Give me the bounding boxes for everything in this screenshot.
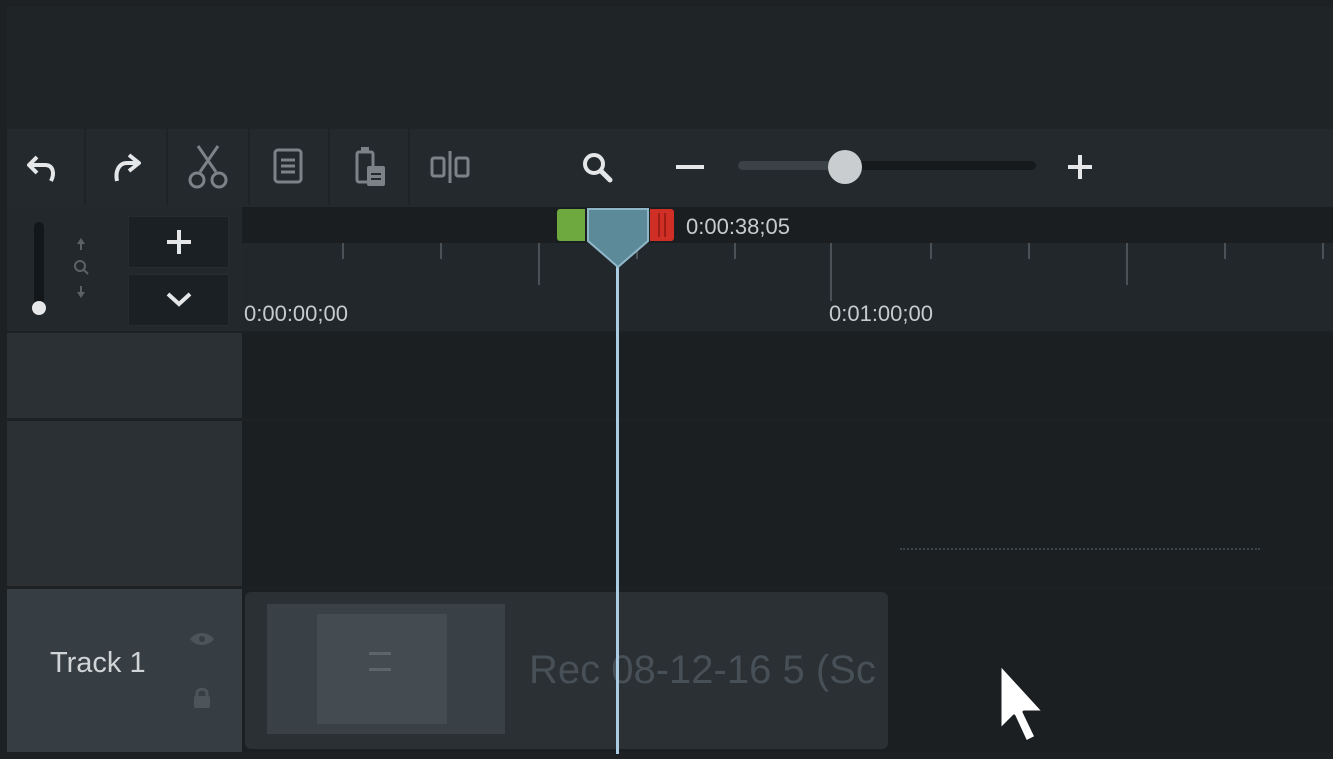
zoom-search-button[interactable] (572, 129, 622, 205)
top-area (7, 7, 1333, 129)
track-name: Track 1 (50, 647, 146, 679)
undo-icon (27, 155, 55, 182)
redo-button[interactable] (84, 129, 168, 205)
lock-icon[interactable] (191, 686, 213, 710)
zoom-search-icon (583, 153, 613, 183)
timeline-window: 0:00:00;00 0:01:00;00 Track 1 Rec 08-12-… (0, 0, 1333, 759)
clip-thumbnail (267, 604, 505, 734)
media-clip[interactable]: Rec 08-12-16 5 (Sc (245, 592, 888, 749)
selection-out-marker[interactable] (650, 209, 674, 241)
ruler-tick (440, 243, 442, 259)
ruler-tick (1322, 243, 1324, 259)
ruler-tick (930, 243, 932, 259)
chevron-down-icon (166, 292, 191, 307)
zoom-out-button[interactable] (668, 129, 712, 205)
copy-icon (273, 148, 303, 184)
ruler-tick (1126, 243, 1128, 285)
zoom-out-icon (676, 165, 704, 169)
zoom-in-button[interactable] (1058, 129, 1102, 205)
ruler-tick (1028, 243, 1030, 259)
split-button[interactable] (408, 129, 490, 205)
playhead-line (616, 244, 619, 754)
track-height-slider-handle[interactable] (32, 301, 46, 315)
mouse-cursor-icon (998, 662, 1046, 744)
ruler-tick (830, 243, 832, 301)
ruler-tick (342, 243, 344, 259)
undo-button[interactable] (10, 129, 76, 205)
ruler-tick (538, 243, 540, 285)
clip-title: Rec 08-12-16 5 (Sc (529, 648, 876, 692)
track-lane-empty[interactable] (242, 421, 1333, 586)
playhead-handle[interactable] (584, 207, 652, 269)
ruler-label-start: 0:00:00;00 (244, 301, 348, 326)
plus-icon (166, 230, 191, 254)
cut-icon (188, 145, 228, 189)
zoom-in-icon (1068, 155, 1092, 179)
track-options-button[interactable] (128, 274, 229, 326)
track-lane-empty[interactable] (242, 333, 1333, 418)
paste-button[interactable] (328, 129, 408, 205)
paste-icon (355, 147, 385, 186)
snap-guide (900, 548, 1260, 552)
track-zoom-icon (74, 238, 89, 298)
copy-button[interactable] (248, 129, 328, 205)
cut-button[interactable] (166, 129, 248, 205)
add-track-button[interactable] (128, 216, 229, 268)
track-height-slider[interactable] (34, 222, 44, 306)
ruler-tick (734, 243, 736, 259)
eye-icon[interactable] (188, 630, 216, 648)
track-header-empty (7, 421, 242, 586)
track-header-empty (7, 333, 242, 418)
playhead-time: 0:00:38;05 (686, 214, 790, 239)
split-icon (430, 151, 470, 183)
zoom-slider[interactable] (738, 161, 1036, 170)
ruler-label-1min: 0:01:00;00 (829, 301, 933, 326)
redo-icon (114, 153, 141, 182)
selection-in-marker[interactable] (557, 209, 585, 241)
ruler-tick (1224, 243, 1226, 259)
